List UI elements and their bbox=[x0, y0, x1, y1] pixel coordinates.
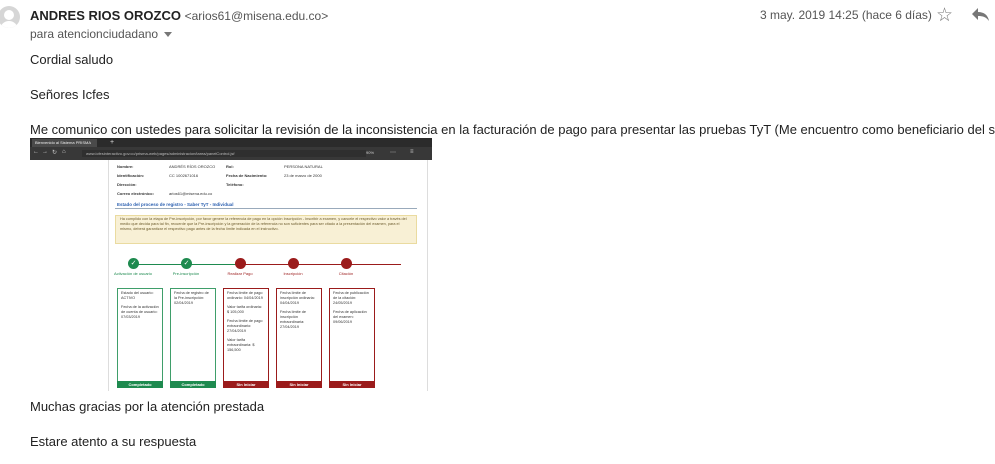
stage-detail: Fecha límite de inscripción ordinaria: 0… bbox=[280, 291, 315, 305]
star-icon[interactable]: ☆ bbox=[936, 4, 953, 27]
chevron-down-icon[interactable] bbox=[164, 32, 173, 38]
recipient-label: para atencionciudadano bbox=[30, 27, 159, 41]
browser-tabbar: Bienvenido al Sistema PRISMA + bbox=[30, 138, 432, 147]
stage-node-pending bbox=[341, 258, 352, 269]
body-paragraph: Me comunico con ustedes para solicitar l… bbox=[30, 122, 995, 137]
reload-icon: ↻ bbox=[52, 150, 58, 156]
stage-card: Fecha de registro de la Pre-inscripción:… bbox=[170, 288, 216, 385]
reply-icon[interactable] bbox=[970, 5, 990, 23]
address-bar: www.icfesinteractivo.gov.co/prisma-web/p… bbox=[82, 150, 366, 157]
stage-node-complete: ✓ bbox=[128, 258, 139, 269]
field-value: CC 1002671016 bbox=[169, 173, 199, 178]
progress-line-pending bbox=[241, 264, 401, 265]
stage-status: Sin Iniciar bbox=[329, 381, 375, 388]
stage-detail: Fecha de registro de la Pre-inscripción:… bbox=[174, 291, 209, 305]
stage-name: Citación bbox=[338, 271, 354, 276]
stage-status: Sin Iniciar bbox=[223, 381, 269, 388]
zoom-level: 90% bbox=[366, 150, 375, 155]
stage-detail: Fecha límite de pago extraordinario: 27/… bbox=[227, 319, 263, 333]
stage-status: Completado bbox=[170, 381, 216, 388]
stage-name: Realizar Pago bbox=[227, 271, 253, 276]
stage-name: Activación de usuario bbox=[113, 271, 153, 276]
prisma-page: Nombre: ANDRÉS RÍOS OROZCO Identificació… bbox=[108, 160, 428, 391]
stage-status: Sin Iniciar bbox=[276, 381, 322, 388]
field-value: 23 de marzo de 2000 bbox=[284, 173, 322, 178]
browser-tab: Bienvenido al Sistema PRISMA bbox=[32, 139, 97, 147]
stage-card: Fecha de publicación de la citación: 24/… bbox=[329, 288, 375, 385]
message-date: 3 may. 2019 14:25 (hace 6 días) bbox=[760, 8, 932, 22]
section-title: Estado del proceso de registro - Saber T… bbox=[117, 202, 234, 207]
new-tab-icon: + bbox=[110, 139, 115, 146]
field-label: Dirección: bbox=[117, 182, 137, 187]
stage-name: Inscripción bbox=[283, 271, 303, 276]
stage-detail: Fecha de publicación de la citación: 24/… bbox=[333, 291, 369, 305]
stage-node-pending bbox=[235, 258, 246, 269]
stage-detail: Valor tarifa ordinaria: $ 105,000 bbox=[227, 305, 262, 314]
stage-detail: Estado del usuario: ACTIVO bbox=[121, 291, 154, 300]
stage-card: Estado del usuario: ACTIVO Fecha de la a… bbox=[117, 288, 163, 385]
recipient-line[interactable]: para atencionciudadano bbox=[30, 27, 173, 41]
stage-name: Pre-inscripción bbox=[172, 271, 200, 276]
stage-card: Fecha límite de pago ordinario: 04/04/20… bbox=[223, 288, 269, 385]
forward-icon: → bbox=[42, 149, 48, 155]
stage-detail: Fecha límite de pago ordinario: 04/04/20… bbox=[227, 291, 263, 300]
field-label: Rol: bbox=[226, 164, 234, 169]
stage-detail: Valor tarifa extraordinaria: $ 156,500 bbox=[227, 338, 255, 352]
field-label: Identificación: bbox=[117, 173, 145, 178]
avatar bbox=[0, 6, 20, 28]
field-label: Fecha de Nacimiento: bbox=[226, 173, 268, 178]
home-icon: ⌂ bbox=[62, 149, 66, 155]
field-value: ANDRÉS RÍOS OROZCO bbox=[169, 164, 216, 169]
salutation: Señores Icfes bbox=[30, 87, 110, 102]
stage-detail: Fecha límite de inscripción extraordinar… bbox=[280, 310, 306, 329]
greeting: Cordial saludo bbox=[30, 52, 114, 67]
field-label: Correo electrónico: bbox=[117, 191, 154, 196]
sender-header: ANDRES RIOS OROZCO <arios61@misena.edu.c… bbox=[30, 8, 328, 23]
embedded-screenshot[interactable]: Bienvenido al Sistema PRISMA + ← → ↻ ⌂ w… bbox=[30, 138, 432, 391]
sender-name[interactable]: ANDRES RIOS OROZCO bbox=[30, 8, 181, 23]
field-value: PERSONA NATURAL bbox=[284, 164, 323, 169]
field-value: arios61@misena.edu.co bbox=[169, 191, 213, 196]
stage-node-complete: ✓ bbox=[181, 258, 192, 269]
stage-detail: Fecha de la activación de cuenta de usua… bbox=[121, 305, 159, 319]
back-icon: ← bbox=[33, 149, 39, 155]
stage-card: Fecha límite de inscripción ordinaria: 0… bbox=[276, 288, 322, 385]
closing-line: Estare atento a su respuesta bbox=[30, 434, 197, 449]
stage-detail: Fecha de aplicación del examen: 09/06/20… bbox=[333, 310, 367, 324]
field-label: Nombre: bbox=[117, 164, 134, 169]
sender-email: <arios61@misena.edu.co> bbox=[184, 9, 329, 23]
stage-status: Completado bbox=[117, 381, 163, 388]
menu-icon: ≡ bbox=[410, 149, 414, 155]
thanks-line: Muchas gracias por la atención prestada bbox=[30, 399, 265, 414]
section-divider bbox=[115, 208, 417, 209]
menu-dots-icon: ⋯ bbox=[390, 150, 396, 156]
stage-node-pending bbox=[288, 258, 299, 269]
notice-box: Ha cumplido con la etapa de Pre-inscripc… bbox=[115, 215, 417, 244]
field-label: Teléfono: bbox=[226, 182, 244, 187]
